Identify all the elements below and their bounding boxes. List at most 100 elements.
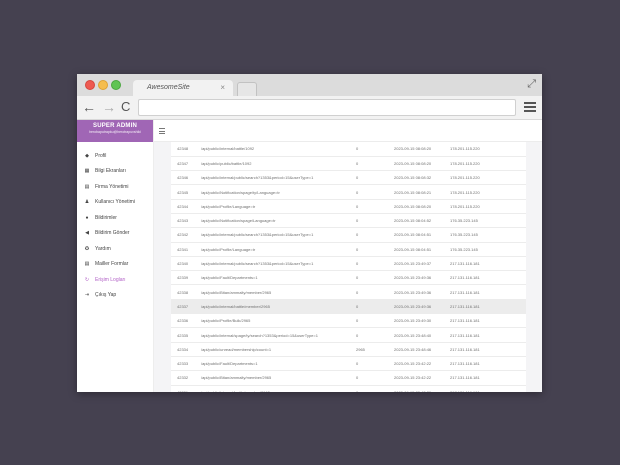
access-log-card: 42348/api/public/internal/battle/1092 0 20… [171,142,526,392]
close-window-button[interactable] [85,80,95,90]
sidebar-item-label: Bilgi Ekranları [95,168,126,175]
log-status-cell: 0 [356,361,359,367]
sidebar-item[interactable]: ◀ Bildirim Gönder [77,226,153,242]
table-row[interactable]: 42338/api/public/Bitan/ammalty/member/29… [171,285,526,300]
log-url-cell: /api/public/internal/public/search?1353&… [201,175,314,181]
sidebar-item[interactable]: ↻ Erişim Logları [77,272,153,288]
main-content: 42348/api/public/internal/battle/1092 0 20… [154,120,542,392]
sidebar-menu: ◆ Profil ▦ Bilgi Ekranları ▤ Firma Yönetimi ♟ K… [77,142,153,303]
reload-icon[interactable]: C [121,98,130,116]
sidebar-item[interactable]: ✪ Yardım [77,241,153,257]
top-bar [154,120,542,142]
log-status-cell: 0 [356,385,394,392]
sidebar-item[interactable]: ◆ Profil [77,148,153,164]
log-id-cell: 42333 [177,361,189,367]
log-status-cell: 0 [356,275,359,281]
brand-subtitle: herobaputrapku@herotrapuvshiki [89,130,141,134]
log-status-cell: 0 [356,160,359,166]
sidebar-item[interactable]: ▦ Bilgi Ekranları [77,164,153,180]
sidebar-item[interactable]: ▤ Mailler Formlar [77,257,153,273]
log-status-cell: 0 [356,175,359,181]
log-id-cell: 42344 [177,203,189,209]
hamburger-menu-icon[interactable] [159,128,165,136]
table-row[interactable]: 42341/api/public/Profile/Language=tr 0 202… [171,242,526,257]
log-url-cell: /api/public/Notification/spage/ty/Langua… [201,189,280,195]
minimize-window-button[interactable] [98,80,108,90]
back-arrow-icon[interactable]: ← [82,98,96,116]
log-url-cell: /api/public/internal/battle/member/2965 [201,385,356,392]
log-status-cell: 0 [356,289,359,295]
table-row[interactable]: 42347/api/public/public/battle/1092 0 2023… [171,156,526,171]
tab-close-icon[interactable]: × [220,83,225,92]
log-status-cell: 0 [356,332,359,338]
sidebar-item-icon: ◆ [85,152,89,159]
table-row[interactable]: 42345/api/public/Notification/spage/ty/L… [171,185,526,200]
sidebar: SUPER ADMIN herobaputrapku@herotrapuvshi… [77,120,154,392]
table-row[interactable]: 42333/api/public/Fault/Departments=1 0 202… [171,356,526,371]
log-url-cell: /api/public/Fault/Departments=1 [201,361,258,367]
sidebar-item-label: Bildirim Gönder [95,230,130,237]
table-row[interactable]: 42343/api/public/Notification/spage/Lang… [171,213,526,228]
log-date-cell: 2023-09-15 23:49:36 [394,289,432,295]
log-id-cell: 42347 [177,160,189,166]
table-row[interactable]: 42348/api/public/internal/battle/1092 0 20… [171,142,526,157]
log-date-cell: 2023-09-15 23:49:36 [394,275,432,281]
sidebar-item-icon: ◀ [85,230,89,237]
sidebar-item-icon: ✪ [84,245,90,252]
table-row[interactable]: 42344/api/public/Profile/Language=tr 0 202… [171,199,526,214]
log-status-cell: 0 [356,146,359,152]
table-row[interactable]: 42340/api/public/internal/public/search?… [171,256,526,271]
log-ip-cell: 176.35.223.145 [450,232,478,238]
sidebar-item-label: Firma Yönetimi [95,183,129,190]
table-row[interactable]: 42336/api/public/Profile/Bulk/2965 0 2023-… [171,314,526,328]
forward-arrow-icon[interactable]: → [102,98,116,116]
log-date-cell: 2023-09-15 23:49:36 [394,303,432,309]
log-status-cell: 0 [356,303,359,309]
log-ip-cell: 178.201.115.220 [450,175,480,181]
log-id-cell: 42334 [177,346,189,352]
browser-tab[interactable]: AwesomeSite × [133,80,233,96]
log-date-cell: 2023-09-15 08:08:32 [394,175,432,181]
sidebar-item[interactable]: ▤ Firma Yönetimi [77,179,153,195]
log-url-cell: /api/public/Bitan/ammalty/member/2965 [201,289,272,295]
log-id-cell: 42346 [177,175,189,181]
address-bar[interactable] [138,99,516,116]
log-ip-cell: 217.131.116.181 [450,318,480,324]
sidebar-item-icon: ♟ [84,199,90,206]
sidebar-item[interactable]: ♟ Kullanıcı Yönetimi [77,195,153,211]
log-status-cell: 0 [356,246,359,252]
table-row[interactable]: 42337/api/public/internal/battle/member/… [171,299,526,314]
log-url-cell: /api/public/Notification/spage/Language=… [201,218,276,224]
table-row[interactable]: 42331/api/public/internal/battle/member/… [171,385,526,392]
maximize-window-button[interactable] [111,80,121,90]
log-url-cell: /api/public/internal/public/search?1353&… [201,261,314,267]
log-status-cell: 2965 [356,346,365,352]
new-tab-button[interactable] [237,82,257,96]
log-url-cell: /api/public/internal/spage/ty/search?135… [201,332,318,338]
log-id-cell: 42345 [177,189,189,195]
table-row[interactable]: 42335/api/public/internal/spage/ty/searc… [171,328,526,343]
browser-menu-icon[interactable] [524,102,536,114]
brand-title: SUPER ADMIN [93,123,137,129]
log-url-cell: /api/public/unread/membership/count=1 [201,346,272,352]
log-ip-cell: 217.131.116.181 [450,346,480,352]
sidebar-item[interactable]: ⇥ Çıkış Yap [77,288,153,304]
sidebar-item-label: Erişim Logları [95,276,126,283]
log-ip-cell: 178.201.115.220 [450,189,480,195]
log-date-cell: 2023-09-15 08:08:20 [394,160,432,166]
log-ip-cell: 217.131.116.181 [450,275,480,281]
sidebar-item-icon: ● [85,214,89,221]
table-row[interactable]: 42346/api/public/internal/public/search?… [171,171,526,185]
log-url-cell: /api/public/public/battle/1092 [201,160,252,166]
sidebar-item[interactable]: ● Bildirimler [77,210,153,226]
log-id-cell: 42342 [177,232,189,238]
table-row[interactable]: 42332/api/public/Bitan/ammalty/member/29… [171,371,526,386]
fullscreen-icon[interactable]: ⤢ [527,78,536,91]
log-ip-cell: 217.131.116.181 [450,289,480,295]
log-id-cell: 42335 [177,332,189,338]
sidebar-item-label: Çıkış Yap [95,292,117,299]
table-row[interactable]: 42339/api/public/Fault/Departments=1 0 202… [171,271,526,285]
log-ip-cell: 178.201.115.220 [450,146,480,152]
table-row[interactable]: 42334/api/public/unread/membership/count… [171,342,526,357]
table-row[interactable]: 42342/api/public/internal/public/search?… [171,228,526,243]
